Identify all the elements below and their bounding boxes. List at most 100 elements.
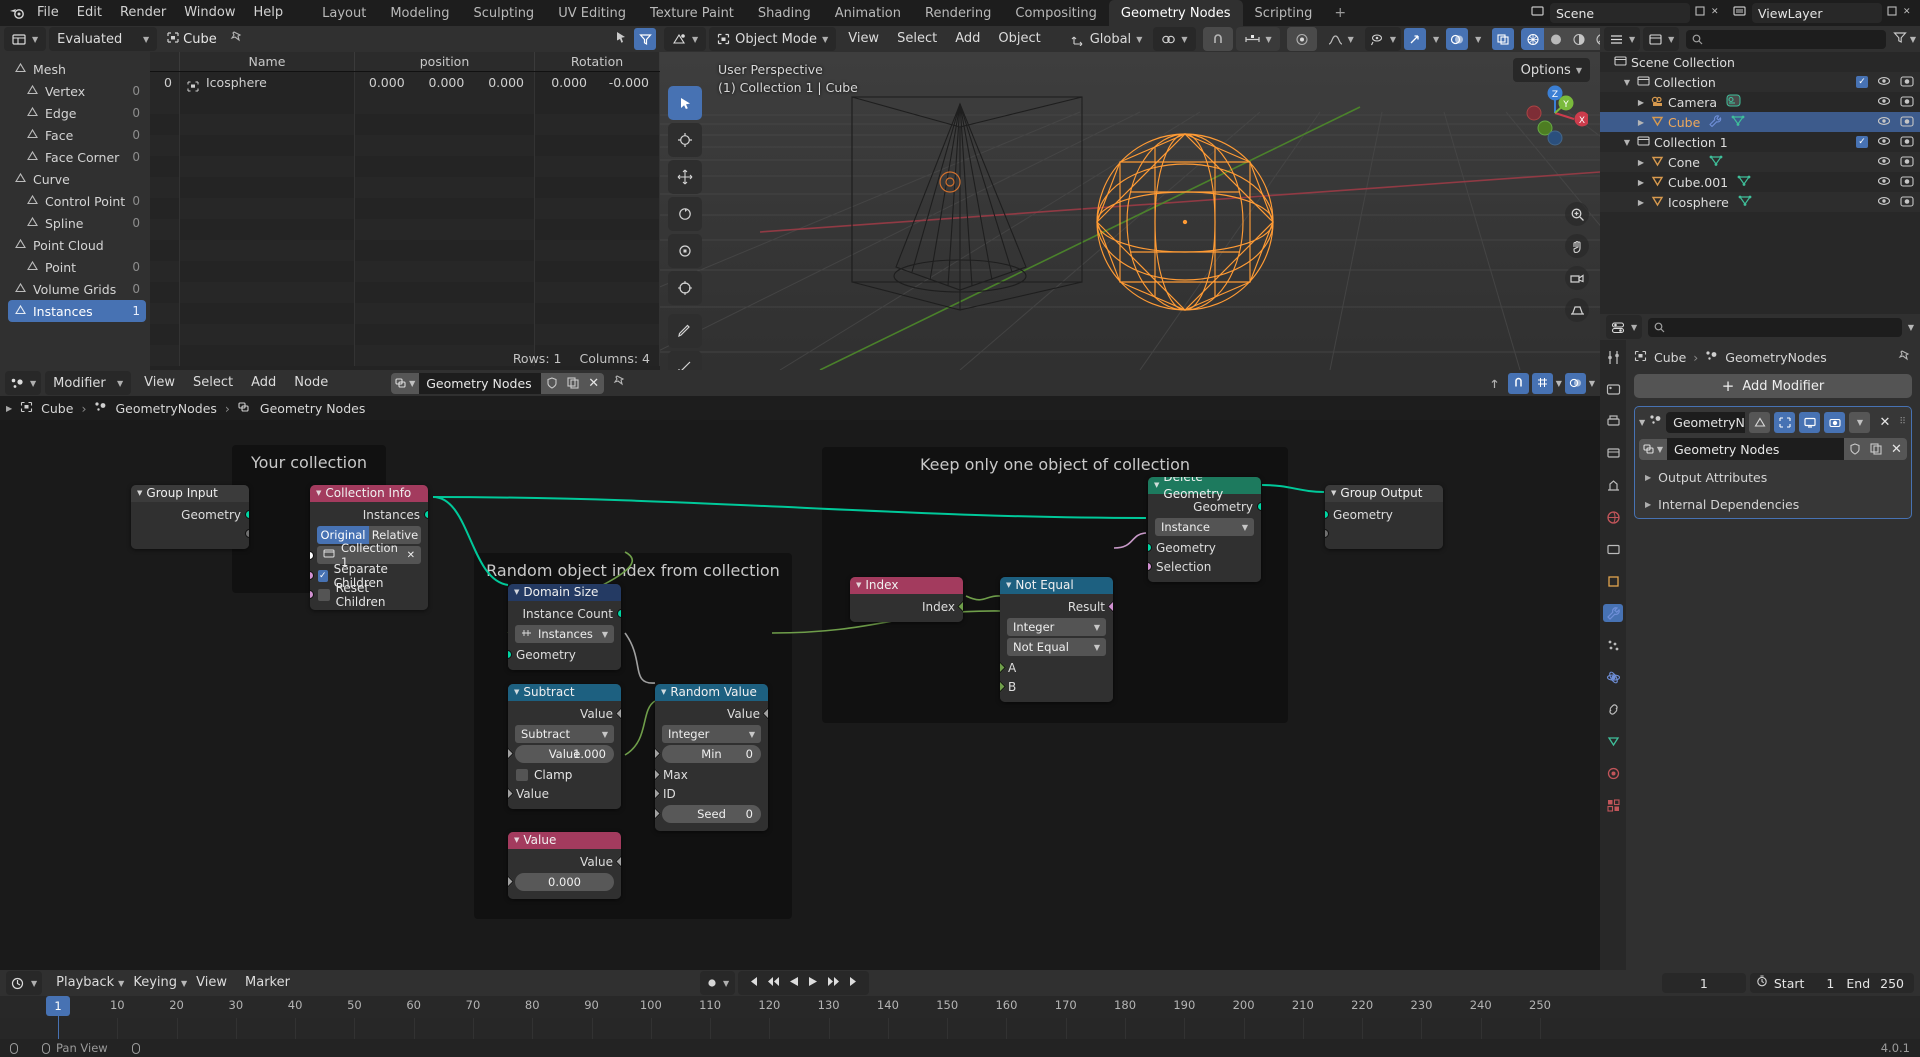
workspace-tab-sculpting[interactable]: Sculpting: [461, 0, 546, 26]
view-layer-browse-icon[interactable]: [1732, 4, 1748, 22]
spreadsheet-table[interactable]: Name position Rotation 0 Icosphere 0.000 0.…: [150, 52, 660, 370]
view-layer-field[interactable]: ViewLayer: [1752, 3, 1882, 23]
properties-tab-output[interactable]: [1603, 412, 1623, 430]
scene-field[interactable]: Scene: [1550, 3, 1690, 23]
duplicate-node-group-button[interactable]: [1865, 438, 1886, 460]
mesh-data-icon[interactable]: [1737, 174, 1751, 190]
menu-edit[interactable]: Edit: [68, 2, 111, 24]
cursor-tool[interactable]: [668, 123, 702, 157]
snap-parent-icon[interactable]: [1484, 373, 1505, 394]
input-socket[interactable]: [1000, 680, 1006, 693]
play-icon[interactable]: [808, 976, 818, 991]
expand-arrow-right[interactable]: ▶: [1634, 118, 1648, 127]
node-menu-view[interactable]: View: [135, 371, 184, 395]
spreadsheet-domain-edge[interactable]: Edge 0: [8, 102, 146, 124]
fake-user-toggle[interactable]: [541, 372, 563, 394]
outliner-row-camera[interactable]: ▶ Camera: [1600, 92, 1920, 112]
input-socket[interactable]: [508, 747, 514, 760]
node-header[interactable]: ▼ Random Value: [655, 684, 768, 701]
collapse-arrow-icon[interactable]: ▼: [316, 485, 321, 502]
input-socket[interactable]: [655, 787, 661, 800]
move-tool[interactable]: [668, 160, 702, 194]
collapse-arrow-icon[interactable]: ▼: [514, 584, 519, 601]
modifier-subpanel-output-attributes[interactable]: ▶ Output Attributes: [1639, 467, 1907, 487]
node-random-value[interactable]: ▼ Random Value Value Integer ▼ Min 0 Max ID Seed 0: [655, 684, 768, 831]
unlink-scene-icon[interactable]: ✕: [1710, 5, 1722, 21]
node-menu-select[interactable]: Select: [184, 371, 242, 395]
properties-tab-render[interactable]: [1603, 380, 1623, 398]
spreadsheet-domain-control-point[interactable]: Control Point 0: [8, 190, 146, 212]
node-group-name-field[interactable]: Geometry Nodes: [1667, 438, 1844, 460]
edit-mode-toggle[interactable]: [1774, 411, 1796, 433]
node-breadcrumb-object[interactable]: Cube: [41, 401, 73, 416]
node-header[interactable]: ▼ Group Input: [131, 485, 249, 502]
input-socket[interactable]: [310, 571, 314, 580]
render-visibility-icon[interactable]: [1900, 155, 1914, 170]
remove-view-layer-icon[interactable]: ✕: [1902, 5, 1914, 21]
proportional-edit-icon[interactable]: [1286, 27, 1317, 51]
blender-logo-icon[interactable]: [6, 3, 28, 23]
collapse-arrow-icon[interactable]: ▼: [1154, 477, 1159, 494]
spreadsheet-domain-instances[interactable]: Instances 1: [8, 300, 146, 322]
outliner-row-collection-1[interactable]: ▼ Collection 1 ✓: [1600, 132, 1920, 152]
timeline-editor-type[interactable]: ▼: [6, 971, 43, 995]
node-header[interactable]: ▼ Value: [508, 832, 621, 849]
value-field-seed[interactable]: Seed 0: [655, 805, 761, 823]
properties-tab-collection[interactable]: [1603, 540, 1623, 558]
spreadsheet-domain-face-corner[interactable]: Face Corner 0: [8, 146, 146, 168]
visibility-dropdown[interactable]: ▼: [1364, 27, 1401, 51]
output-socket[interactable]: [762, 707, 768, 720]
workspace-tab-modeling[interactable]: Modeling: [378, 0, 461, 26]
properties-editor-type[interactable]: ▼: [1606, 315, 1643, 339]
collapse-arrow-icon[interactable]: ▼: [514, 684, 519, 701]
input-socket[interactable]: [1325, 529, 1329, 538]
shading-mode-material-preview[interactable]: [1567, 28, 1591, 50]
shading-mode-solid[interactable]: [1544, 28, 1568, 50]
browse-node-group-icon[interactable]: ▼: [391, 372, 420, 394]
viewport-editor-type[interactable]: ▼: [664, 27, 707, 51]
output-socket[interactable]: [615, 855, 621, 868]
node-breadcrumb-tree[interactable]: Geometry Nodes: [260, 401, 365, 416]
collapse-arrow-icon[interactable]: ▼: [856, 577, 861, 594]
column-header-rotation[interactable]: Rotation: [535, 52, 660, 71]
outliner-filter-dropdown[interactable]: ▼: [1910, 35, 1916, 44]
mesh-data-icon[interactable]: [1709, 154, 1723, 170]
browse-node-group-icon[interactable]: ▼: [1639, 438, 1667, 460]
timeline-menu-keying[interactable]: Keying: [124, 971, 186, 995]
node-domain-size[interactable]: ▼ Domain Size Instance Count Instances ▼ Geom…: [508, 584, 621, 670]
start-frame-value[interactable]: 1: [1826, 976, 1846, 991]
input-socket[interactable]: [508, 650, 512, 659]
viewport-menu-object[interactable]: Object: [989, 27, 1049, 51]
input-socket[interactable]: [1148, 543, 1152, 552]
render-toggle[interactable]: [1824, 411, 1846, 433]
fake-user-toggle[interactable]: [1844, 438, 1865, 460]
render-visibility-icon[interactable]: [1900, 75, 1914, 90]
node-canvas[interactable]: Your collection Random object index from …: [0, 420, 1600, 970]
eye-icon[interactable]: [1877, 135, 1891, 150]
outliner-row-scene-collection[interactable]: Scene Collection: [1600, 52, 1920, 72]
node-value[interactable]: ▼ Value Value 0.000: [508, 832, 621, 899]
pin-icon[interactable]: [230, 30, 244, 48]
value-field-value[interactable]: Value 1.000: [508, 745, 614, 763]
input-socket[interactable]: [1148, 562, 1152, 571]
node-delete-geometry[interactable]: ▼Delete GeometryGeometryInstance▼Geometr…: [1148, 477, 1261, 582]
transport-controls[interactable]: [738, 971, 870, 995]
spreadsheet-domain-point[interactable]: Point 0: [8, 256, 146, 278]
workspace-tab-animation[interactable]: Animation: [823, 0, 913, 26]
snap-toggle[interactable]: [1507, 372, 1529, 394]
node-editor-type[interactable]: ▼: [5, 371, 42, 395]
duplicate-node-group-button[interactable]: [562, 372, 584, 394]
menu-file[interactable]: File: [28, 2, 68, 24]
transform-tool[interactable]: [668, 271, 702, 305]
modifier-wrench-icon[interactable]: [1709, 114, 1722, 130]
workspace-tab-uv-editing[interactable]: UV Editing: [546, 0, 638, 26]
column-header-name[interactable]: Name: [180, 52, 355, 71]
cursor-icon[interactable]: [614, 30, 628, 48]
mesh-data-icon[interactable]: [1731, 114, 1745, 130]
node-header[interactable]: ▼ Group Output: [1325, 485, 1443, 502]
properties-tab-texture[interactable]: [1603, 796, 1623, 814]
dropdown-instances[interactable]: Instances ▼: [515, 625, 614, 643]
collapse-arrow-icon[interactable]: ▼: [137, 485, 142, 502]
dropdown-integer[interactable]: Integer ▼: [1007, 618, 1106, 636]
node-not-equal[interactable]: ▼ Not Equal Result Integer ▼ Not Equal ▼ A B: [1000, 577, 1113, 702]
